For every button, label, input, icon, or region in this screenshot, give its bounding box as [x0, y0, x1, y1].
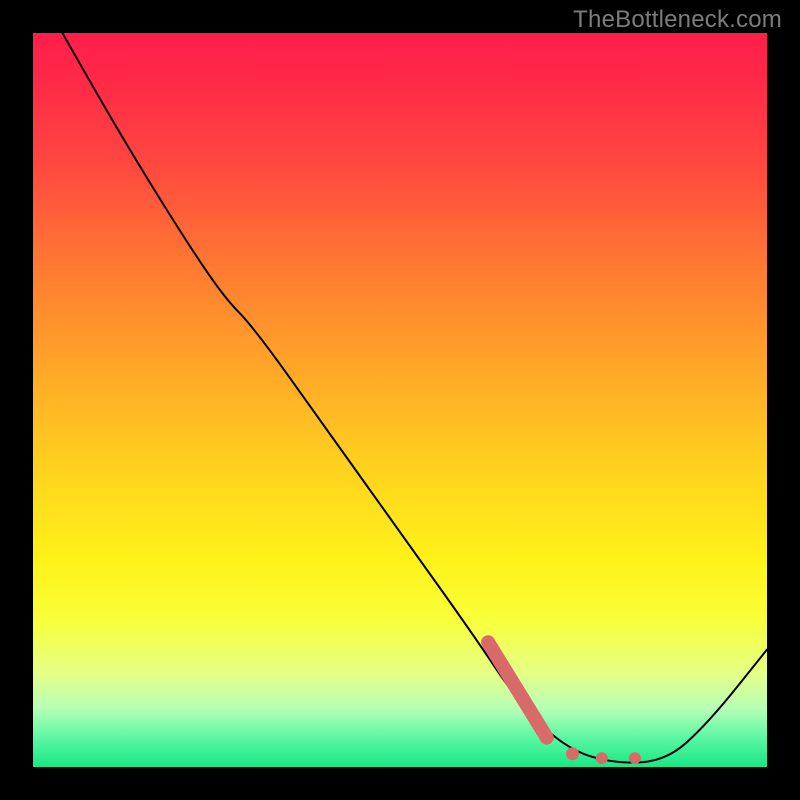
highlight-dot: [596, 752, 608, 764]
highlight-dot: [566, 747, 579, 760]
highlight-dot: [629, 752, 641, 764]
data-curve: [62, 33, 767, 763]
plot-area: [33, 33, 767, 767]
curve-svg: [33, 33, 767, 767]
watermark-text: TheBottleneck.com: [573, 6, 782, 34]
chart-root: TheBottleneck.com: [0, 0, 800, 800]
highlight-bar: [488, 642, 547, 737]
